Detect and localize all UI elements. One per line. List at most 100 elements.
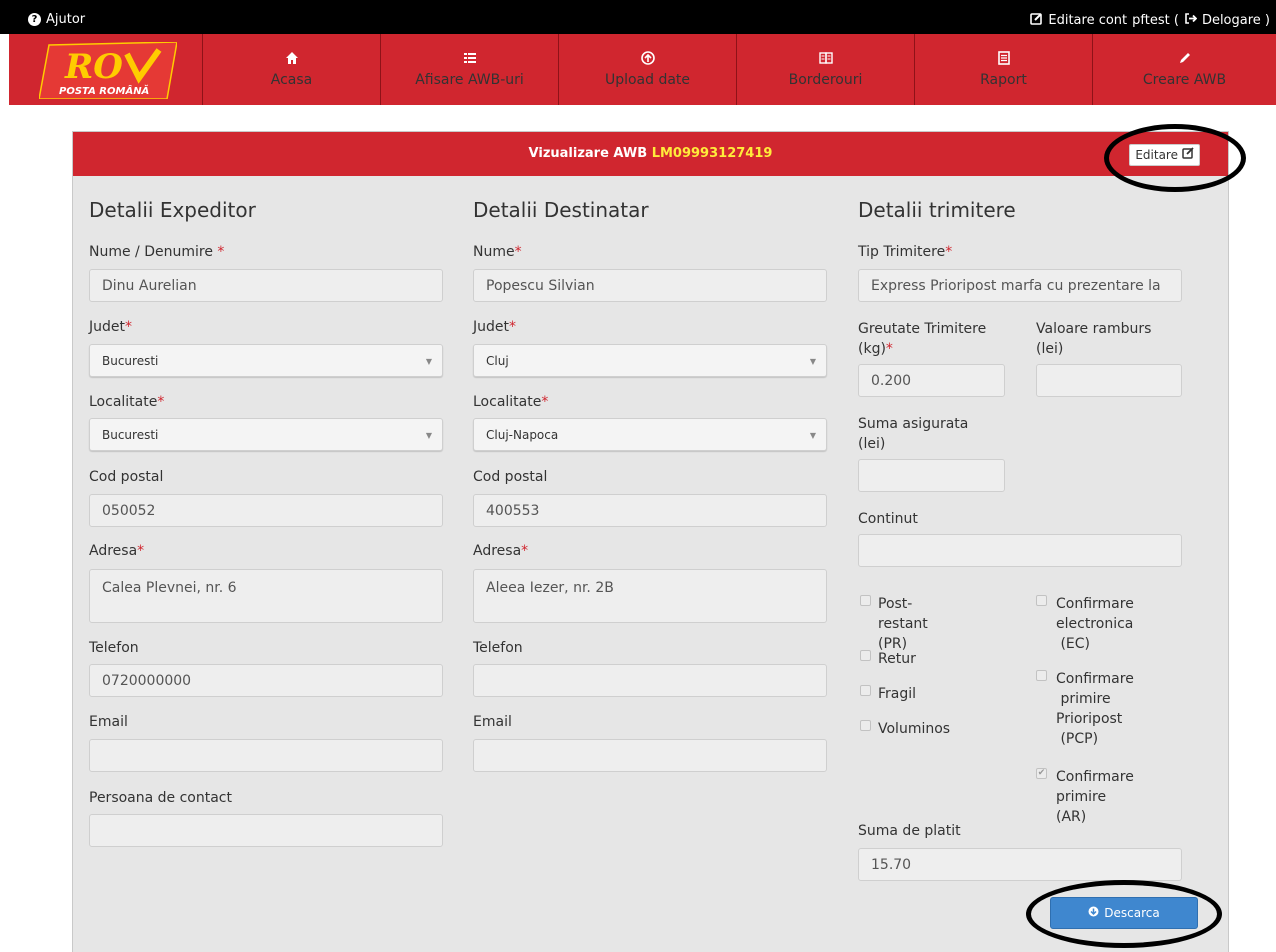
retur-checkbox[interactable] [860,650,871,661]
shipment-type-field[interactable]: Express Prioripost marfa cu prezentare l… [858,269,1182,302]
sender-contact-field[interactable] [89,814,443,847]
upload-icon [559,51,736,67]
nav-item-label: Upload date [604,72,691,88]
sender-email-label: Email [89,714,128,730]
recipient-postal-field[interactable]: 400553 [473,494,827,527]
edit-account-icon [1030,12,1043,29]
logout-link[interactable]: Delogare ) [1202,13,1270,28]
total-field[interactable]: 15.70 [858,848,1182,881]
sender-email-field[interactable] [89,739,443,772]
ar-label: Confirmare primire (AR) [1056,769,1134,825]
weight-field[interactable]: 0.200 [858,364,1005,397]
total-label: Suma de platit [858,823,961,839]
shipment-type-label: Tip Trimitere* [858,244,953,260]
shipment-heading: Detalii trimitere [858,198,1016,222]
sender-county-select[interactable]: Bucuresti ▼ [89,344,443,377]
fragil-label: Fragil [878,686,917,702]
list-icon [381,51,558,67]
sender-county-label: Judet* [89,319,132,335]
main-nav: RO POSTA ROMÂNĂ Acasa Afisare AWB-uri Up… [9,34,1276,105]
documents-icon [737,51,914,67]
content-field[interactable] [858,534,1182,567]
weight-label: Greutate Trimitere (kg)* [858,321,987,357]
recipient-name-label: Nume* [473,244,522,260]
awb-view-panel: Vizualizare AWB LM09993127419 Editare De… [72,131,1229,952]
nav-item-afisare-awb[interactable]: Afisare AWB-uri [381,34,559,105]
recipient-address-field[interactable]: Aleea Iezer, nr. 2B [473,569,827,623]
posta-romana-logo[interactable]: RO POSTA ROMÂNĂ [9,34,203,105]
nav-item-label: Creare AWB [1142,72,1227,88]
nav-item-label: Acasa [270,72,313,88]
chevron-down-icon: ▼ [425,431,432,440]
username: pftest ( [1132,13,1179,28]
report-icon [915,51,1092,67]
recipient-city-label: Localitate* [473,394,549,410]
recipient-county-select[interactable]: Cluj ▼ [473,344,827,377]
sender-phone-label: Telefon [89,640,139,656]
help-link[interactable]: ? Ajutor [28,12,85,27]
sender-address-field[interactable]: Calea Plevnei, nr. 6 [89,569,443,623]
retur-label: Retur [878,651,916,667]
ec-label: Confirmare electronica (EC) [1056,596,1134,652]
logo-text: POSTA ROMÂNĂ [59,83,149,97]
chevron-down-icon: ▼ [809,431,816,440]
voluminos-label: Voluminos [878,721,951,737]
sender-address-label: Adresa* [89,543,145,559]
panel-header: Vizualizare AWB LM09993127419 [73,132,1228,176]
recipient-email-label: Email [473,714,512,730]
recipient-email-field[interactable] [473,739,827,772]
logo-badge: RO POSTA ROMÂNĂ [39,42,177,99]
recipient-city-select[interactable]: Cluj-Napoca ▼ [473,418,827,451]
sender-name-label: Nume / Denumire * [89,244,225,260]
recipient-county-label: Judet* [473,319,516,335]
sender-name-field[interactable]: Dinu Aurelian [89,269,443,302]
nav-item-label: Borderouri [788,72,863,88]
annotation-circle-edit [1104,124,1246,192]
top-bar: ? Ajutor Editare cont pftest ( Delogare … [0,0,1276,34]
nav-item-raport[interactable]: Raport [915,34,1093,105]
cod-field[interactable] [1036,364,1182,397]
nav-item-upload[interactable]: Upload date [559,34,737,105]
question-icon: ? [28,13,41,26]
ec-checkbox[interactable] [1036,595,1047,606]
recipient-phone-label: Telefon [473,640,523,656]
pcp-label: Confirmare primire Prioripost (PCP) [1056,671,1134,747]
sender-phone-field[interactable]: 0720000000 [89,664,443,697]
svg-text:RO: RO [64,47,123,87]
nav-item-creare-awb[interactable]: Creare AWB [1093,34,1276,105]
nav-item-acasa[interactable]: Acasa [203,34,381,105]
recipient-heading: Detalii Destinatar [473,198,649,222]
sender-city-select[interactable]: Bucuresti ▼ [89,418,443,451]
logout-icon [1184,12,1198,29]
help-label: Ajutor [46,12,86,27]
recipient-phone-field[interactable] [473,664,827,697]
sender-postal-label: Cod postal [89,469,164,485]
ar-checkbox[interactable]: ✔ [1036,768,1047,779]
annotation-circle-download [1026,880,1222,948]
awb-number: LM09993127419 [651,146,773,161]
home-icon [203,51,380,67]
sender-heading: Detalii Expeditor [89,198,256,222]
chevron-down-icon: ▼ [809,357,816,366]
pencil-icon [1093,51,1276,67]
panel-title: Vizualizare AWB [528,146,648,161]
post-restant-label: Post-restant (PR) [878,596,928,652]
pcp-checkbox[interactable] [1036,670,1047,681]
sender-postal-field[interactable]: 050052 [89,494,443,527]
nav-item-borderouri[interactable]: Borderouri [737,34,915,105]
recipient-postal-label: Cod postal [473,469,548,485]
sender-city-label: Localitate* [89,394,165,410]
recipient-address-label: Adresa* [473,543,529,559]
insured-field[interactable] [858,459,1005,492]
chevron-down-icon: ▼ [425,357,432,366]
cod-label: Valoare ramburs (lei) [1036,321,1152,357]
nav-item-label: Afisare AWB-uri [415,72,524,88]
content-label: Continut [858,511,918,527]
post-restant-checkbox[interactable] [860,595,871,606]
fragil-checkbox[interactable] [860,685,871,696]
insured-label: Suma asigurata (lei) [858,416,969,452]
edit-account-link[interactable]: Editare cont [1048,13,1127,28]
recipient-name-field[interactable]: Popescu Silvian [473,269,827,302]
voluminos-checkbox[interactable] [860,720,871,731]
sender-contact-label: Persoana de contact [89,790,232,806]
